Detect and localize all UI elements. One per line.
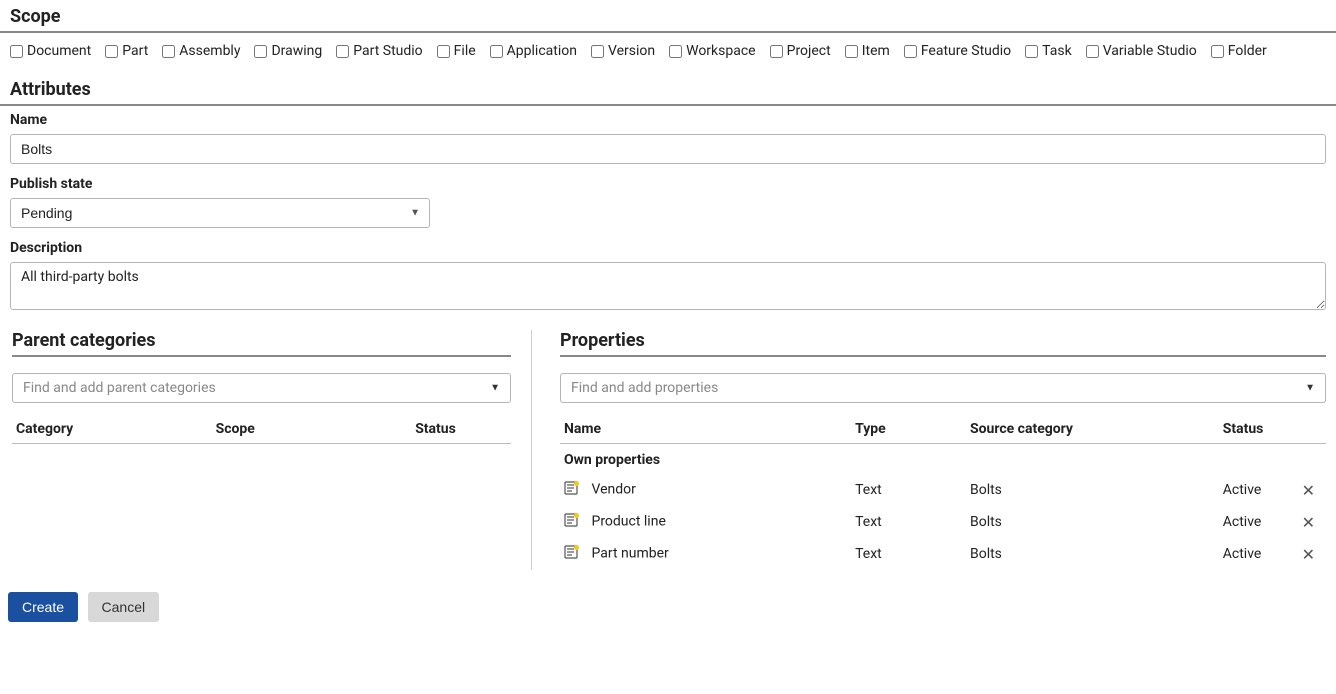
col-status: Status bbox=[1219, 415, 1296, 444]
scope-label: Project bbox=[787, 43, 831, 59]
scope-item-item[interactable]: Item bbox=[845, 43, 890, 59]
scope-checkbox-assembly[interactable] bbox=[162, 45, 175, 58]
scope-item-folder[interactable]: Folder bbox=[1211, 43, 1267, 59]
scope-label: Workspace bbox=[686, 43, 756, 59]
property-source: Bolts bbox=[966, 474, 1219, 506]
property-status: Active bbox=[1219, 506, 1296, 538]
scope-item-assembly[interactable]: Assembly bbox=[162, 43, 240, 59]
publish-state-select[interactable]: Pending bbox=[10, 198, 430, 228]
property-status: Active bbox=[1219, 538, 1296, 570]
table-row: Vendor Text Bolts Active ✕ bbox=[560, 474, 1326, 506]
property-icon bbox=[564, 544, 580, 564]
property-type: Text bbox=[851, 474, 966, 506]
scope-checkbox-item[interactable] bbox=[845, 45, 858, 58]
property-icon bbox=[564, 512, 580, 532]
scope-label: Application bbox=[507, 43, 577, 59]
scope-item-variablestudio[interactable]: Variable Studio bbox=[1086, 43, 1197, 59]
scope-label: Version bbox=[608, 43, 655, 59]
property-name: Product line bbox=[591, 514, 665, 530]
parent-categories-placeholder: Find and add parent categories bbox=[23, 380, 216, 396]
own-properties-label: Own properties bbox=[560, 444, 1326, 475]
scope-checkbox-application[interactable] bbox=[490, 45, 503, 58]
create-button[interactable]: Create bbox=[8, 592, 78, 622]
scope-item-drawing[interactable]: Drawing bbox=[254, 43, 322, 59]
property-type: Text bbox=[851, 538, 966, 570]
parent-categories-heading: Parent categories bbox=[12, 330, 511, 357]
table-row: Product line Text Bolts Active ✕ bbox=[560, 506, 1326, 538]
scope-checkbox-file[interactable] bbox=[437, 45, 450, 58]
scope-checkbox-drawing[interactable] bbox=[254, 45, 267, 58]
scope-label: Feature Studio bbox=[921, 43, 1011, 59]
scope-label: Document bbox=[27, 43, 91, 59]
scope-item-version[interactable]: Version bbox=[591, 43, 655, 59]
scope-label: Folder bbox=[1228, 43, 1267, 59]
remove-property-icon[interactable]: ✕ bbox=[1299, 545, 1317, 564]
remove-property-icon[interactable]: ✕ bbox=[1299, 481, 1317, 500]
name-label: Name bbox=[10, 112, 1326, 128]
col-scope: Scope bbox=[212, 415, 412, 444]
property-name: Vendor bbox=[591, 482, 635, 498]
col-category: Category bbox=[12, 415, 212, 444]
scope-label: File bbox=[454, 43, 476, 59]
property-icon bbox=[564, 480, 580, 500]
attributes-heading: Attributes bbox=[0, 73, 1336, 106]
scope-checkbox-variablestudio[interactable] bbox=[1086, 45, 1099, 58]
description-textarea[interactable] bbox=[10, 262, 1326, 310]
col-source: Source category bbox=[966, 415, 1219, 444]
properties-placeholder: Find and add properties bbox=[571, 380, 718, 396]
scope-checkbox-partstudio[interactable] bbox=[336, 45, 349, 58]
parent-categories-combo[interactable]: Find and add parent categories ▼ bbox=[12, 373, 511, 403]
properties-table: Name Type Source category Status Own pro… bbox=[560, 415, 1326, 570]
scope-label: Variable Studio bbox=[1103, 43, 1197, 59]
scope-item-project[interactable]: Project bbox=[770, 43, 831, 59]
scope-checkbox-task[interactable] bbox=[1025, 45, 1038, 58]
scope-checkbox-featurestudio[interactable] bbox=[904, 45, 917, 58]
name-input[interactable] bbox=[10, 134, 1326, 164]
scope-item-task[interactable]: Task bbox=[1025, 43, 1072, 59]
property-name: Part number bbox=[591, 546, 668, 562]
scope-checkbox-part[interactable] bbox=[105, 45, 118, 58]
scope-checkbox-folder[interactable] bbox=[1211, 45, 1224, 58]
properties-combo[interactable]: Find and add properties ▼ bbox=[560, 373, 1326, 403]
scope-item-document[interactable]: Document bbox=[10, 43, 91, 59]
chevron-down-icon: ▼ bbox=[490, 383, 500, 394]
scope-checkbox-version[interactable] bbox=[591, 45, 604, 58]
property-type: Text bbox=[851, 506, 966, 538]
col-status: Status bbox=[411, 415, 511, 444]
cancel-button[interactable]: Cancel bbox=[88, 592, 160, 622]
scope-item-application[interactable]: Application bbox=[490, 43, 577, 59]
scope-heading: Scope bbox=[0, 0, 1336, 33]
remove-property-icon[interactable]: ✕ bbox=[1299, 513, 1317, 532]
scope-label: Assembly bbox=[179, 43, 240, 59]
scope-item-partstudio[interactable]: Part Studio bbox=[336, 43, 422, 59]
scope-label: Part bbox=[122, 43, 148, 59]
scope-item-featurestudio[interactable]: Feature Studio bbox=[904, 43, 1011, 59]
property-source: Bolts bbox=[966, 506, 1219, 538]
chevron-down-icon: ▼ bbox=[1305, 383, 1315, 394]
scope-label: Part Studio bbox=[353, 43, 422, 59]
scope-label: Task bbox=[1042, 43, 1072, 59]
scope-label: Item bbox=[862, 43, 890, 59]
scope-item-file[interactable]: File bbox=[437, 43, 476, 59]
property-source: Bolts bbox=[966, 538, 1219, 570]
col-name: Name bbox=[560, 415, 851, 444]
scope-checkbox-row: Document Part Assembly Drawing Part Stud… bbox=[0, 33, 1336, 73]
parent-categories-table: Category Scope Status bbox=[12, 415, 511, 444]
scope-checkbox-document[interactable] bbox=[10, 45, 23, 58]
scope-item-workspace[interactable]: Workspace bbox=[669, 43, 756, 59]
publish-state-label: Publish state bbox=[10, 176, 1326, 192]
property-status: Active bbox=[1219, 474, 1296, 506]
table-row: Part number Text Bolts Active ✕ bbox=[560, 538, 1326, 570]
scope-item-part[interactable]: Part bbox=[105, 43, 148, 59]
col-type: Type bbox=[851, 415, 966, 444]
scope-checkbox-workspace[interactable] bbox=[669, 45, 682, 58]
scope-checkbox-project[interactable] bbox=[770, 45, 783, 58]
description-label: Description bbox=[10, 240, 1326, 256]
scope-label: Drawing bbox=[271, 43, 322, 59]
properties-heading: Properties bbox=[560, 330, 1326, 357]
